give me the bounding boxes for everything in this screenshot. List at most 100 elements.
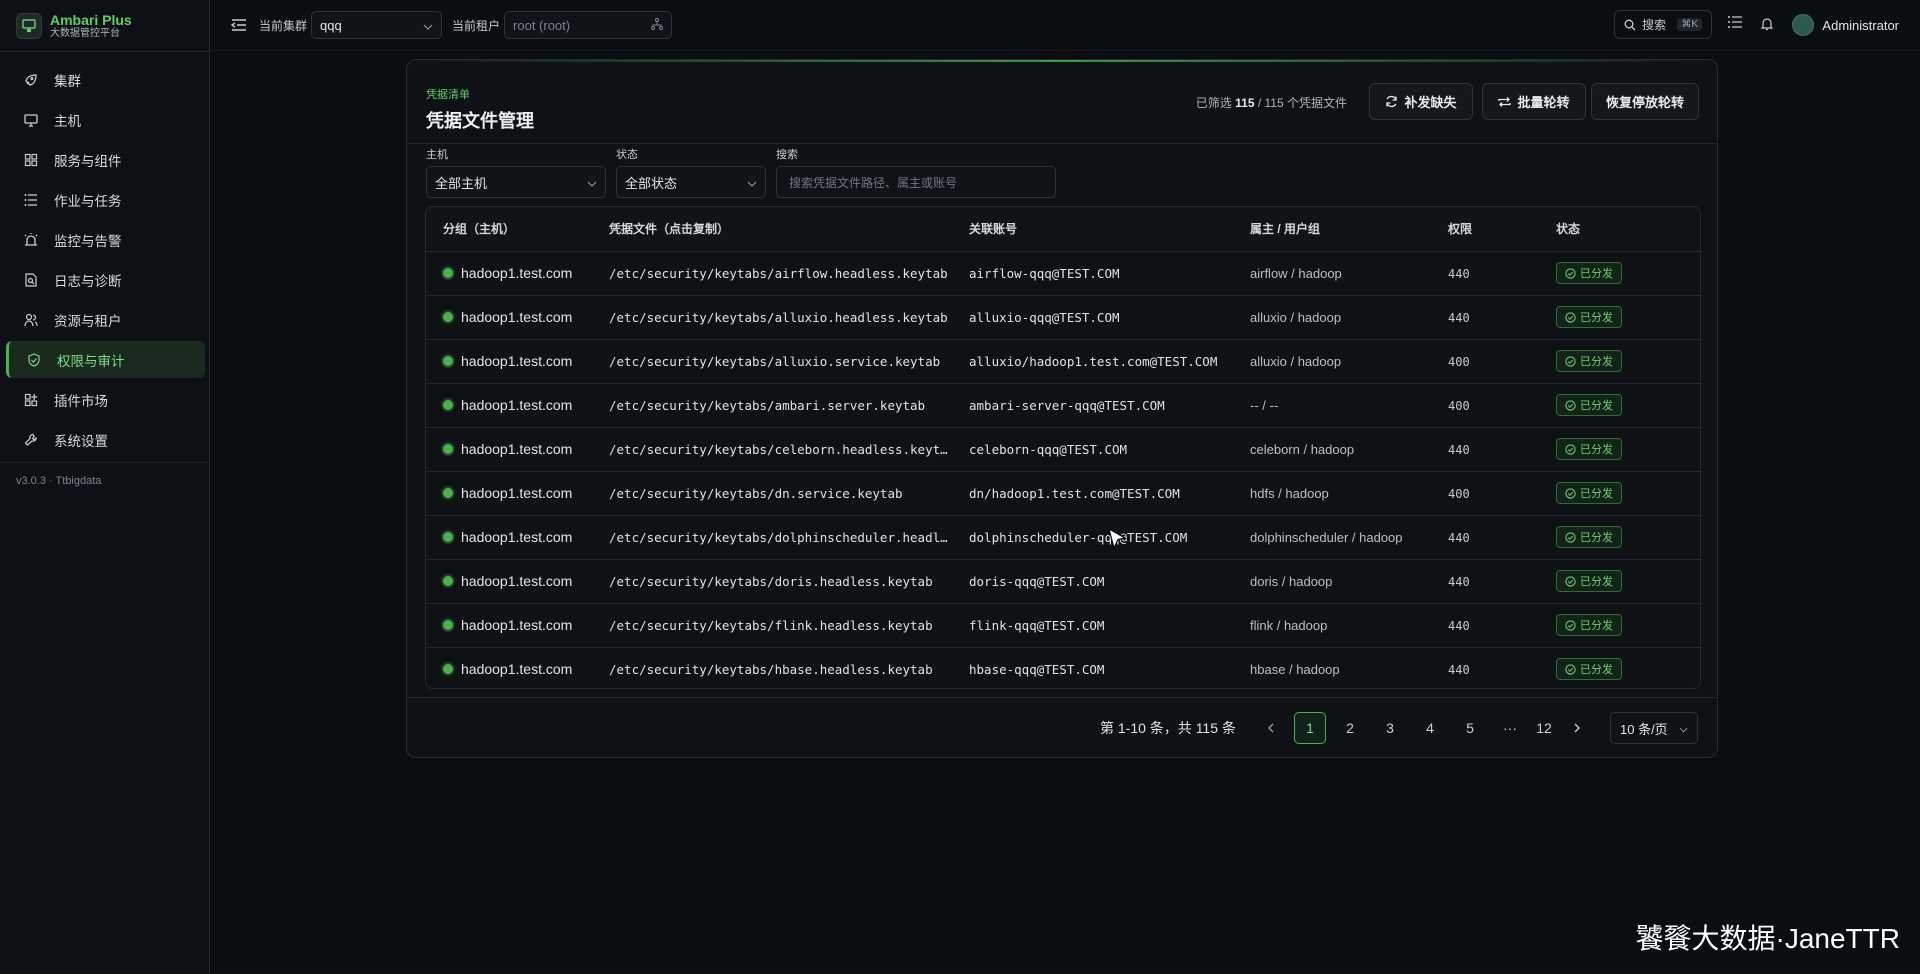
sidebar-nav: 集群 主机服务与组件作业与任务监控与告警日志与诊断资源与租户权限与审计 插件市场 系统…	[0, 52, 209, 458]
page-button[interactable]: 5	[1454, 712, 1486, 744]
sidebar-item-0[interactable]: 集群	[6, 61, 205, 98]
keytab-path[interactable]: /etc/security/keytabs/dn.service.keytab	[609, 486, 949, 501]
keytab-path[interactable]: /etc/security/keytabs/ambari.server.keyt…	[609, 398, 949, 413]
repeat-icon	[1498, 96, 1512, 108]
resume-rotation-label: 恢复停放轮转	[1605, 95, 1684, 110]
resume-rotation-button[interactable]: 恢复停放轮转	[1591, 83, 1699, 120]
principal-cell: alluxio-qqq@TEST.COM	[952, 295, 1233, 340]
page-button[interactable]: 4	[1414, 712, 1446, 744]
status-text: 已分发	[1580, 488, 1613, 500]
sidebar-item-label: 日志与诊断	[54, 273, 122, 289]
file-cell[interactable]: /etc/security/keytabs/airflow.headless.k…	[592, 251, 952, 296]
file-cell[interactable]: /etc/security/keytabs/alluxio.headless.k…	[592, 295, 952, 340]
sidebar-item-7[interactable]: 权限与审计	[6, 341, 205, 378]
column-header: 分组（主机）	[426, 207, 592, 252]
sidebar-item-label: 监控与告警	[54, 233, 122, 249]
permission-cell: 400	[1431, 339, 1539, 384]
sidebar-item-6[interactable]: 资源与租户	[6, 301, 205, 338]
owner-group: flink / hadoop	[1250, 617, 1328, 633]
table-row: hadoop1.test.com/etc/security/keytabs/hb…	[426, 647, 1700, 688]
status-text: 已分发	[1580, 268, 1613, 280]
collapse-sidebar-icon[interactable]	[231, 18, 247, 32]
keytab-path[interactable]: /etc/security/keytabs/hbase.headless.key…	[609, 662, 949, 677]
column-header: 凭据文件（点击复制）	[592, 207, 952, 252]
tenant-select[interactable]: root (root)	[504, 11, 673, 39]
keytab-path[interactable]: /etc/security/keytabs/alluxio.service.ke…	[609, 354, 949, 369]
sidebar-item-4[interactable]: 监控与告警	[6, 221, 205, 258]
brand-subtitle: 大数据管控平台	[50, 27, 120, 39]
keytab-path[interactable]: /etc/security/keytabs/alluxio.headless.k…	[609, 310, 949, 325]
filter-summary: 已筛选 115 / 115 个凭据文件	[1196, 94, 1347, 111]
section-eyebrow: 凭据清单	[426, 89, 470, 101]
sidebar-item-2[interactable]: 服务与组件	[6, 141, 205, 178]
bell-icon[interactable]	[1760, 17, 1774, 34]
file-cell[interactable]: /etc/security/keytabs/doris.headless.key…	[592, 559, 952, 604]
sidebar-item-5[interactable]: 日志与诊断	[6, 261, 205, 298]
file-cell[interactable]: /etc/security/keytabs/dn.service.keytab	[592, 471, 952, 516]
file-cell[interactable]: /etc/security/keytabs/alluxio.service.ke…	[592, 339, 952, 384]
task-list-icon[interactable]	[1728, 16, 1742, 31]
filter-suffix: / 115 个凭据文件	[1257, 96, 1347, 110]
avatar	[1792, 14, 1815, 36]
next-page-button[interactable]	[1561, 712, 1593, 744]
host-filter-select[interactable]: 全部主机	[426, 166, 606, 198]
sidebar-item-1[interactable]: 主机	[6, 101, 205, 138]
owner-cell: doris / hadoop	[1233, 559, 1431, 604]
table-row: hadoop1.test.com/etc/security/keytabs/al…	[426, 339, 1700, 384]
chevron-down-icon	[423, 18, 433, 33]
status-text: 已分发	[1580, 444, 1613, 456]
status-text: 已分发	[1580, 312, 1613, 324]
owner-cell: hdfs / hadoop	[1233, 471, 1431, 516]
file-cell[interactable]: /etc/security/keytabs/celeborn.headless.…	[592, 427, 952, 472]
file-cell[interactable]: /etc/security/keytabs/ambari.server.keyt…	[592, 383, 952, 428]
user-menu[interactable]: Administrator	[1792, 14, 1899, 36]
wrench-icon	[20, 433, 42, 447]
host-cell: hadoop1.test.com	[426, 251, 592, 296]
fill-missing-button[interactable]: 补发缺失	[1369, 83, 1473, 120]
status-badge: 已分发	[1556, 438, 1622, 460]
prev-page-button[interactable]	[1254, 712, 1286, 744]
batch-rotate-label: 批量轮转	[1517, 95, 1570, 110]
refresh-icon	[1385, 95, 1398, 108]
keytab-path[interactable]: /etc/security/keytabs/flink.headless.key…	[609, 618, 949, 633]
page-button[interactable]: 3	[1374, 712, 1406, 744]
status-cell: 已分发	[1539, 427, 1700, 472]
file-cell[interactable]: /etc/security/keytabs/flink.headless.key…	[592, 603, 952, 648]
sidebar-item-label: 服务与组件	[54, 153, 122, 169]
status-filter-select[interactable]: 全部状态	[616, 166, 766, 198]
sidebar-item-9[interactable]: 系统设置	[6, 421, 205, 458]
principal-name: alluxio-qqq@TEST.COM	[969, 309, 1120, 325]
page-button[interactable]: 2	[1334, 712, 1366, 744]
page-ellipsis[interactable]: ···	[1494, 712, 1526, 744]
cluster-select[interactable]: qqq	[311, 11, 443, 39]
principal-cell: flink-qqq@TEST.COM	[952, 603, 1233, 648]
keytab-path[interactable]: /etc/security/keytabs/airflow.headless.k…	[609, 266, 949, 281]
permission-value: 400	[1448, 354, 1470, 369]
table-row: hadoop1.test.com/etc/security/keytabs/do…	[426, 515, 1700, 560]
keytab-path[interactable]: /etc/security/keytabs/dolphinscheduler.h…	[609, 530, 949, 545]
chevron-down-icon	[747, 175, 757, 190]
principal-name: dolphinscheduler-qqq@TEST.COM	[969, 529, 1188, 545]
credential-search-input[interactable]: 搜索凭据文件路径、属主或账号	[776, 166, 1056, 198]
cluster-label: 当前集群	[259, 18, 308, 33]
keytab-path[interactable]: /etc/security/keytabs/celeborn.headless.…	[609, 442, 949, 457]
chevron-down-icon	[1679, 721, 1688, 736]
permission-value: 440	[1448, 266, 1470, 281]
keytab-path[interactable]: /etc/security/keytabs/doris.headless.key…	[609, 574, 949, 589]
sidebar-item-label: 资源与租户	[54, 313, 122, 329]
batch-rotate-button[interactable]: 批量轮转	[1482, 83, 1586, 120]
host-name: hadoop1.test.com	[461, 485, 573, 501]
page-size-select[interactable]: 10 条/页	[1610, 712, 1698, 744]
online-status-dot	[443, 532, 453, 542]
brand[interactable]: Ambari Plus 大数据管控平台	[0, 0, 209, 52]
status-badge: 已分发	[1556, 614, 1622, 636]
global-search-button[interactable]: 搜索 ⌘K	[1614, 10, 1712, 39]
page-button[interactable]: 1	[1294, 712, 1326, 744]
file-cell[interactable]: /etc/security/keytabs/dolphinscheduler.h…	[592, 515, 952, 560]
owner-cell: hbase / hadoop	[1233, 647, 1431, 688]
sidebar-item-3[interactable]: 作业与任务	[6, 181, 205, 218]
file-cell[interactable]: /etc/security/keytabs/hbase.headless.key…	[592, 647, 952, 688]
check-circle-icon	[1565, 267, 1576, 279]
page-button[interactable]: 12	[1528, 712, 1560, 744]
sidebar-item-8[interactable]: 插件市场	[6, 381, 205, 418]
